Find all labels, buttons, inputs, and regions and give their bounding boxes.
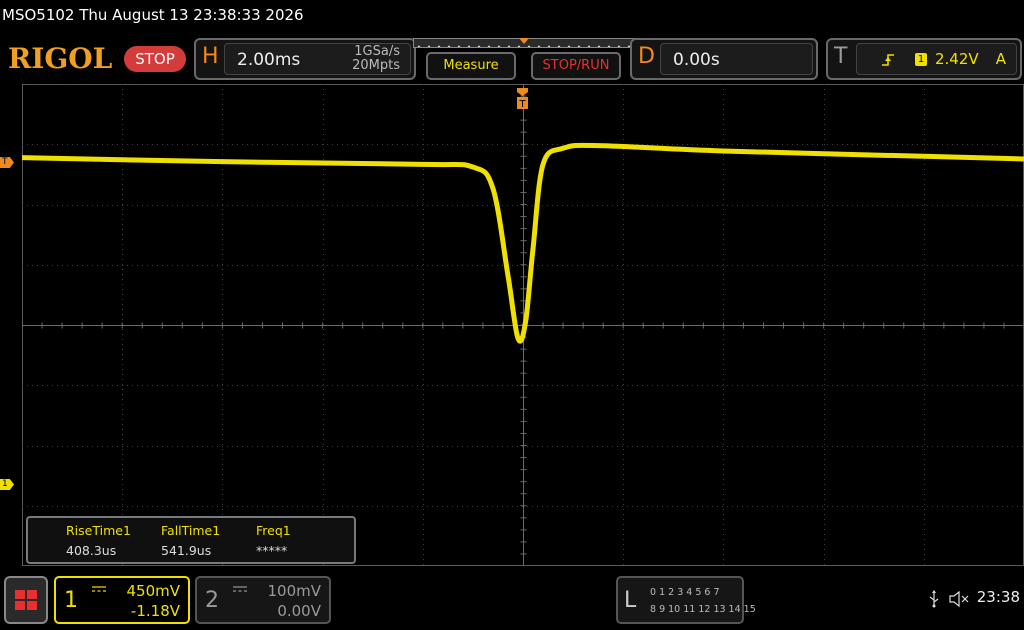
measurement-panel[interactable]: RiseTime1 408.3us FallTime1 541.9us Freq…	[26, 516, 356, 564]
channel1-ground-marker[interactable]: 1	[0, 479, 14, 490]
delay-letter: D	[638, 44, 655, 69]
sample-rate: 1GSa/s	[354, 44, 400, 59]
horizontal-letter: H	[202, 44, 219, 69]
dc-coupling-icon	[233, 586, 247, 592]
bottom-bar: 1 450mV -1.18V 2 100mV 0.00V L 0 1 2 3 4…	[0, 570, 1024, 630]
measurement-fall-time: FallTime1 541.9us	[161, 523, 220, 558]
channel1-panel[interactable]: 1 450mV -1.18V	[54, 576, 190, 624]
channel2-offset: 0.00V	[277, 602, 321, 620]
measurement-value: 408.3us	[66, 543, 117, 558]
trigger-level: 2.42V	[935, 50, 979, 68]
trigger-mode: A	[995, 50, 1006, 68]
speaker-muted-icon[interactable]	[948, 590, 970, 608]
usb-icon	[929, 590, 939, 608]
channel2-scale: 100mV	[267, 582, 321, 600]
measure-button[interactable]: Measure	[426, 52, 516, 80]
logic-analyzer-panel[interactable]: L 0 1 2 3 4 5 6 7 8 9 10 11 12 13 14 15	[616, 576, 756, 624]
channel1-offset: -1.18V	[130, 602, 180, 620]
trigger-source: 1	[915, 53, 927, 66]
grid-menu-icon	[15, 590, 37, 610]
status-clock: 23:38	[976, 588, 1020, 606]
delay-value: 0.00s	[673, 50, 720, 70]
timebase-value: 2.00ms	[237, 50, 301, 70]
title-bar: MSO5102 Thu August 13 23:38:33 2026	[0, 0, 1024, 34]
waveform-display[interactable]	[22, 84, 1024, 566]
trigger-readout: 1 2.42V A	[856, 43, 1017, 75]
measurement-frequency: Freq1 *****	[256, 523, 291, 558]
trigger-level-marker[interactable]: T	[0, 157, 14, 168]
measurement-value: 541.9us	[161, 543, 212, 558]
rising-edge-icon	[882, 54, 894, 66]
acquisition-info: 1GSa/s 20Mpts	[352, 45, 400, 73]
memory-depth: 20Mpts	[352, 58, 400, 73]
memory-strip-waveform	[417, 45, 631, 47]
memory-trigger-pointer-icon	[519, 38, 529, 44]
trigger-letter: T	[834, 44, 848, 69]
channel2-number: 2	[205, 588, 219, 613]
channel2-panel[interactable]: 2 100mV 0.00V	[195, 576, 331, 624]
trigger-position-icon[interactable]: T	[515, 88, 530, 110]
measurement-label: FallTime1	[161, 523, 221, 538]
model-datetime: MSO5102 Thu August 13 23:38:33 2026	[2, 6, 304, 24]
logic-channels-row1: 0 1 2 3 4 5 6 7	[650, 587, 720, 598]
logic-letter: L	[624, 588, 637, 613]
home-menu-button[interactable]	[4, 576, 48, 624]
measurement-value: *****	[256, 543, 288, 558]
dc-coupling-icon	[92, 586, 106, 592]
horizontal-panel[interactable]: H 2.00ms 1GSa/s 20Mpts	[194, 38, 416, 80]
channel1-trace	[22, 142, 1024, 344]
rigol-logo: RIGOL	[8, 42, 113, 75]
measurement-rise-time: RiseTime1 408.3us	[66, 523, 131, 558]
horizontal-readout: 2.00ms 1GSa/s 20Mpts	[224, 43, 411, 75]
measurement-label: Freq1	[256, 523, 291, 538]
channel1-number: 1	[64, 588, 78, 613]
logic-channels-row2: 8 9 10 11 12 13 14 15	[650, 604, 756, 615]
top-bar: RIGOL STOP H 2.00ms 1GSa/s 20Mpts Measur…	[0, 36, 1024, 82]
run-state-badge[interactable]: STOP	[124, 46, 186, 72]
stop-run-button[interactable]: STOP/RUN	[531, 52, 621, 80]
measurement-label: RiseTime1	[66, 523, 131, 538]
waveform-line	[22, 142, 1024, 344]
delay-readout: 0.00s	[660, 43, 813, 75]
delay-panel[interactable]: D 0.00s	[630, 38, 818, 80]
channel1-scale: 450mV	[126, 582, 180, 600]
trigger-panel[interactable]: T 1 2.42V A	[826, 38, 1022, 80]
trigger-position-letter: T	[518, 99, 526, 110]
